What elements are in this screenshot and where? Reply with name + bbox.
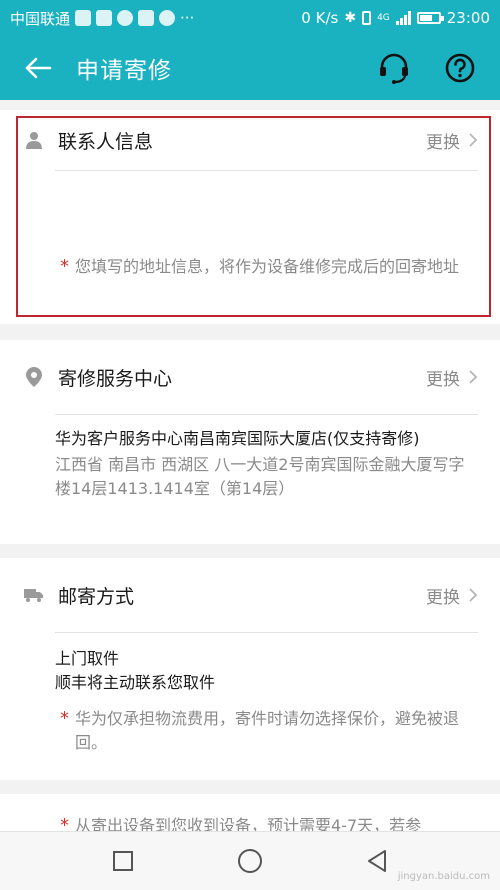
service-center-title: 寄修服务中心 <box>58 367 173 390</box>
contact-note: * 您填写的地址信息，将作为设备维修完成后的回寄地址 <box>0 245 500 279</box>
app-notification-icon <box>75 10 92 26</box>
check-notification-icon <box>159 10 176 26</box>
asterisk: * <box>60 708 69 729</box>
question-circle-icon <box>445 53 475 83</box>
watermark: jingyan.baidu.com <box>397 871 490 882</box>
footer-note: * 从寄出设备到您收到设备，预计需要4-7天，若参 <box>0 794 500 834</box>
customer-service-button[interactable] <box>376 50 412 86</box>
chevron-right-icon <box>469 133 478 147</box>
shipping-change-button[interactable]: 更换 <box>426 583 478 608</box>
service-center-change-button[interactable]: 更换 <box>426 365 478 390</box>
contact-header[interactable]: 联系人信息 更换 <box>0 110 500 170</box>
carrier-label: 中国联通 <box>10 9 71 28</box>
shipping-note: * 华为仅承担物流费用，寄件时请勿选择保价，避免被退回。 <box>0 695 500 755</box>
service-center-header[interactable]: 寄修服务中心 更换 <box>0 340 500 414</box>
square-icon <box>113 851 134 871</box>
system-nav-bar: jingyan.baidu.com <box>0 831 500 890</box>
contact-note-text: 您填写的地址信息，将作为设备维修完成后的回寄地址 <box>75 257 460 276</box>
contact-title: 联系人信息 <box>58 130 154 153</box>
recents-button[interactable] <box>101 839 145 883</box>
person-icon <box>24 130 44 150</box>
vibrate-icon <box>362 11 372 25</box>
app-bar: 申请寄修 <box>0 36 500 100</box>
calendar-notification-icon <box>96 10 113 26</box>
shipping-detail: 顺丰将主动联系您取件 <box>55 673 216 692</box>
arrow-left-icon <box>25 57 52 79</box>
clock: 23:00 <box>446 9 490 27</box>
triangle-back-icon <box>367 850 386 872</box>
back-nav-button[interactable] <box>355 839 399 883</box>
divider <box>55 170 478 171</box>
headset-icon <box>380 53 408 84</box>
bluetooth-icon: ✱ <box>344 10 357 26</box>
home-button[interactable] <box>228 839 272 883</box>
location-pin-icon <box>24 367 44 387</box>
contact-details-area[interactable] <box>37 173 438 245</box>
truck-icon <box>24 585 44 605</box>
chevron-right-icon <box>469 370 478 384</box>
change-label: 更换 <box>426 132 460 153</box>
service-center-name: 华为客户服务中心南昌南宾国际大厦店(仅支持寄修) <box>55 429 420 448</box>
back-button[interactable] <box>0 36 76 100</box>
service-center-address: 江西省 南昌市 西湖区 八一大道2号南宾国际金融大厦写字楼14层1413.141… <box>55 455 465 498</box>
contact-change-button[interactable]: 更换 <box>426 128 478 153</box>
change-label: 更换 <box>426 369 460 390</box>
chevron-right-icon <box>469 588 478 602</box>
service-center-section: 寄修服务中心 更换 华为客户服务中心南昌南宾国际大厦店(仅支持寄修) 江西省 南… <box>0 340 500 544</box>
change-label: 更换 <box>426 587 460 608</box>
status-bar: 中国联通 ··· 0 K/s ✱ 4G 23:00 <box>0 0 500 36</box>
signal-icon <box>395 11 411 25</box>
shipping-method: 上门取件 <box>55 649 120 668</box>
net-speed: 0 K/s <box>301 9 339 27</box>
help-button[interactable] <box>442 50 478 86</box>
shipping-section: 邮寄方式 更换 上门取件 顺丰将主动联系您取件 * 华为仅承担物流费用，寄件时请… <box>0 558 500 780</box>
network-type: 4G <box>377 13 390 23</box>
asterisk: * <box>60 256 69 277</box>
chat-notification-icon <box>117 10 134 26</box>
circle-icon <box>237 849 262 873</box>
contact-section: 联系人信息 更换 * 您填写的地址信息，将作为设备维修完成后的回寄地址 <box>0 110 500 324</box>
shipping-title: 邮寄方式 <box>58 585 135 608</box>
footer-note-section: * 从寄出设备到您收到设备，预计需要4-7天，若参 <box>0 794 500 834</box>
more-notifications: ··· <box>180 9 195 27</box>
page-title: 申请寄修 <box>76 58 172 84</box>
shipping-info: 上门取件 顺丰将主动联系您取件 <box>0 633 500 695</box>
app-notification-icon <box>138 10 155 26</box>
shipping-note-text: 华为仅承担物流费用，寄件时请勿选择保价，避免被退回。 <box>75 709 460 752</box>
battery-icon <box>416 12 444 24</box>
shipping-header[interactable]: 邮寄方式 更换 <box>0 558 500 632</box>
service-center-info: 华为客户服务中心南昌南宾国际大厦店(仅支持寄修) 江西省 南昌市 西湖区 八一大… <box>0 415 500 501</box>
